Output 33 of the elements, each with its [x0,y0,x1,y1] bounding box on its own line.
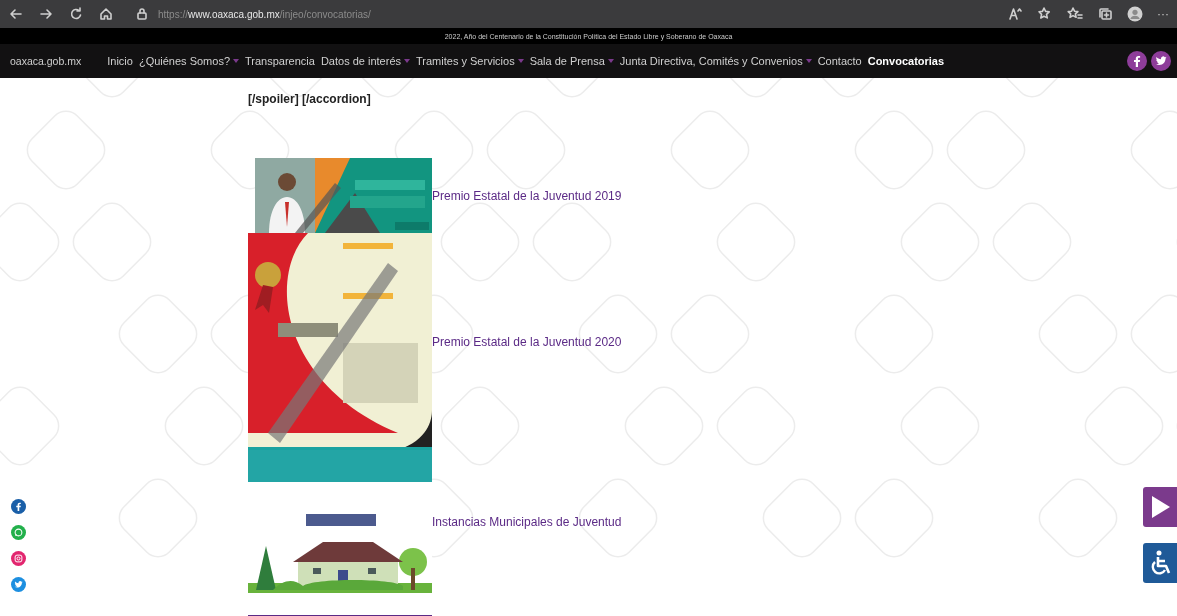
whatsapp-icon[interactable] [11,525,26,540]
address-bar-url[interactable]: https://www.oaxaca.gob.mx/injeo/convocatorias/ [158,8,371,20]
profile-icon[interactable] [1127,6,1143,22]
more-button[interactable]: ··· [1157,7,1169,21]
forward-icon[interactable] [38,6,54,22]
back-icon[interactable] [8,6,24,22]
home-icon[interactable] [98,6,114,22]
nav-link[interactable]: Convocatorias [867,55,945,67]
favorites-icon[interactable] [1067,6,1083,22]
collections-icon[interactable] [1097,6,1113,22]
facebook-icon[interactable] [11,499,26,514]
nav-link[interactable]: Transparencia [245,55,315,67]
site-brand[interactable]: oaxaca.gob.mx [10,55,82,67]
twitter-icon[interactable] [1151,51,1171,71]
nav-link[interactable]: Tramites y Servicios [416,55,524,67]
lock-icon [134,6,150,22]
play-button[interactable] [1143,487,1177,527]
accessibility-button[interactable] [1143,543,1177,583]
item-link[interactable]: Premio Estatal de la Juventud 2019 [432,188,622,203]
item-link[interactable]: Instancias Municipales de Juventud [432,514,622,529]
nav-link[interactable]: Datos de interés [320,55,411,67]
facebook-icon[interactable] [1127,51,1147,71]
add-favorite-icon[interactable] [1037,6,1053,22]
nav-link[interactable]: ¿Quiénes Somos? [138,55,239,67]
reload-icon[interactable] [68,6,84,22]
nav-link[interactable]: Sala de Prensa [529,55,614,67]
nav-link[interactable]: Contacto [817,55,862,67]
shortcode-text: [/spoiler] [/accordion] [248,92,372,106]
nav-link[interactable]: Junta Directiva, Comités y Convenios [619,55,812,67]
instagram-icon[interactable] [11,551,26,566]
read-aloud-icon[interactable] [1007,6,1023,22]
item-link[interactable]: Premio Estatal de la Juventud 2020 [432,334,622,349]
nav-link[interactable]: Inicio [107,55,133,67]
